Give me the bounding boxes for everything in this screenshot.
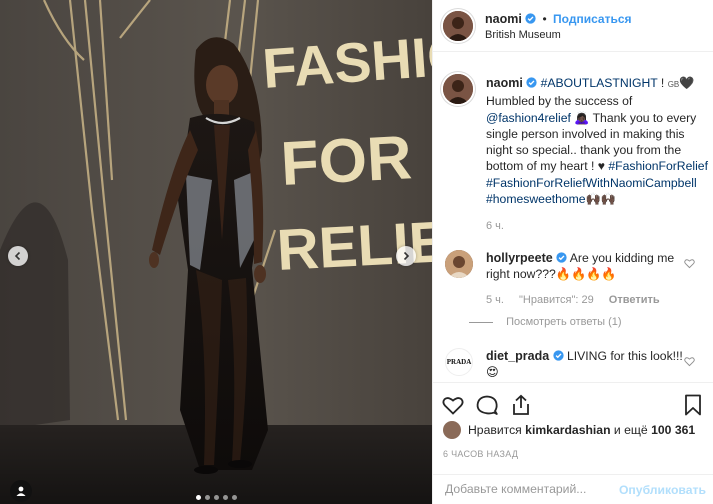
username-link[interactable]: diet_prada: [486, 349, 549, 363]
likes-prefix: Нравится: [468, 423, 522, 437]
hashtag-link[interactable]: #FashionForRelief: [608, 159, 708, 173]
avatar-image: [443, 11, 473, 41]
avatar[interactable]: [443, 11, 473, 41]
header-row: naomi • Подписаться: [485, 12, 632, 26]
like-comment-heart-icon[interactable]: [684, 258, 695, 269]
carousel-dots: [196, 495, 237, 500]
likes-summary: Нравится kimkardashian и ещё 100 361: [443, 421, 695, 439]
hashtag-link[interactable]: #FashionForReliefWithNaomiCampbell: [486, 176, 697, 190]
location-link[interactable]: British Museum: [485, 29, 561, 41]
view-replies-label: Посмотреть ответы (1): [506, 316, 622, 328]
comment-icon[interactable]: [475, 393, 499, 417]
carousel-dot: [196, 495, 201, 500]
liker-avatar[interactable]: [443, 421, 461, 439]
verified-badge-icon: [526, 77, 537, 88]
post-photo[interactable]: FASHIO FOR RELIE: [0, 0, 432, 504]
comment-text: diet_prada LIVING for this look!!! 😍: [486, 348, 686, 381]
username-link[interactable]: naomi: [485, 12, 522, 26]
event-photo: FASHIO FOR RELIE: [0, 0, 432, 504]
comment-text: hollyrpeete Are you kidding me right now…: [486, 250, 686, 283]
comment-time[interactable]: 5 ч.: [486, 294, 504, 306]
post-timestamp[interactable]: 6 ЧАСОВ НАЗАД: [443, 449, 518, 459]
user-icon: [16, 486, 26, 496]
carousel-dot: [214, 495, 219, 500]
caption-segment: GB: [667, 80, 680, 89]
hashtag-link[interactable]: #homesweethome: [486, 192, 586, 206]
like-comment-heart-icon[interactable]: [684, 356, 695, 367]
chevron-left-icon: [14, 251, 21, 261]
comment-likes[interactable]: "Нравится": 29: [519, 294, 594, 306]
avatar[interactable]: [443, 74, 473, 104]
instagram-post: FASHIO FOR RELIE naomi • Подписаться Bri…: [0, 0, 713, 504]
avatar-image: [443, 74, 473, 104]
avatar[interactable]: [445, 250, 473, 278]
comment-input[interactable]: [443, 481, 627, 497]
comment-meta: 5 ч. "Нравится": 29 Ответить: [486, 294, 672, 306]
view-replies-button[interactable]: Посмотреть ответы (1): [469, 316, 622, 328]
bookmark-icon[interactable]: [681, 393, 705, 417]
separator-dot: •: [542, 12, 547, 26]
follow-button[interactable]: Подписаться: [553, 12, 631, 26]
publish-button[interactable]: Опубликовать: [619, 483, 706, 497]
avatar-text: PRADA: [446, 358, 472, 366]
caption-body: #ABOUTLASTNIGHT ! GB🖤 Humbled by the suc…: [486, 76, 708, 206]
caption-segment: 🖤: [679, 76, 695, 90]
likes-middle: и ещё: [613, 423, 648, 437]
hashtag-link[interactable]: #ABOUTLASTNIGHT: [541, 76, 658, 90]
caption-segment: 🙌🏿🙌🏿: [585, 192, 616, 207]
caption-time[interactable]: 6 ч.: [486, 218, 708, 234]
avatar-image: [445, 250, 473, 278]
comment-form: Опубликовать: [433, 474, 713, 504]
previous-photo-button[interactable]: [8, 246, 28, 266]
reply-button[interactable]: Ответить: [609, 294, 660, 306]
action-bar: [433, 382, 713, 426]
carousel-dot: [205, 495, 210, 500]
liker-username[interactable]: kimkardashian: [525, 423, 610, 437]
hashtag-link[interactable]: @fashion4relief: [486, 111, 571, 125]
post-header: naomi • Подписаться British Museum: [433, 0, 713, 52]
caption-text: naomi #ABOUTLASTNIGHT ! GB🖤 Humbled by t…: [486, 75, 708, 235]
carousel-dot: [232, 495, 237, 500]
username-link[interactable]: hollyrpeete: [486, 251, 553, 265]
verified-badge-icon: [552, 350, 564, 361]
avatar[interactable]: PRADA: [445, 348, 473, 376]
verified-badge-icon: [556, 252, 567, 263]
chevron-right-icon: [403, 251, 410, 261]
username-link[interactable]: naomi: [486, 76, 523, 90]
caption-segment: !: [657, 76, 668, 90]
carousel-dot: [223, 495, 228, 500]
backdrop-text-2: FOR: [279, 123, 413, 199]
likes-count[interactable]: 100 361: [651, 423, 695, 437]
next-photo-button[interactable]: [396, 246, 416, 266]
post-sidebar: naomi • Подписаться British Museum naomi…: [432, 0, 713, 504]
share-icon[interactable]: [509, 393, 533, 417]
heart-icon[interactable]: [441, 393, 465, 417]
divider: [469, 321, 493, 323]
verified-badge-icon: [525, 13, 536, 24]
caption-segment: Humbled by the success of: [486, 94, 633, 109]
tagged-users-button[interactable]: [10, 480, 32, 502]
